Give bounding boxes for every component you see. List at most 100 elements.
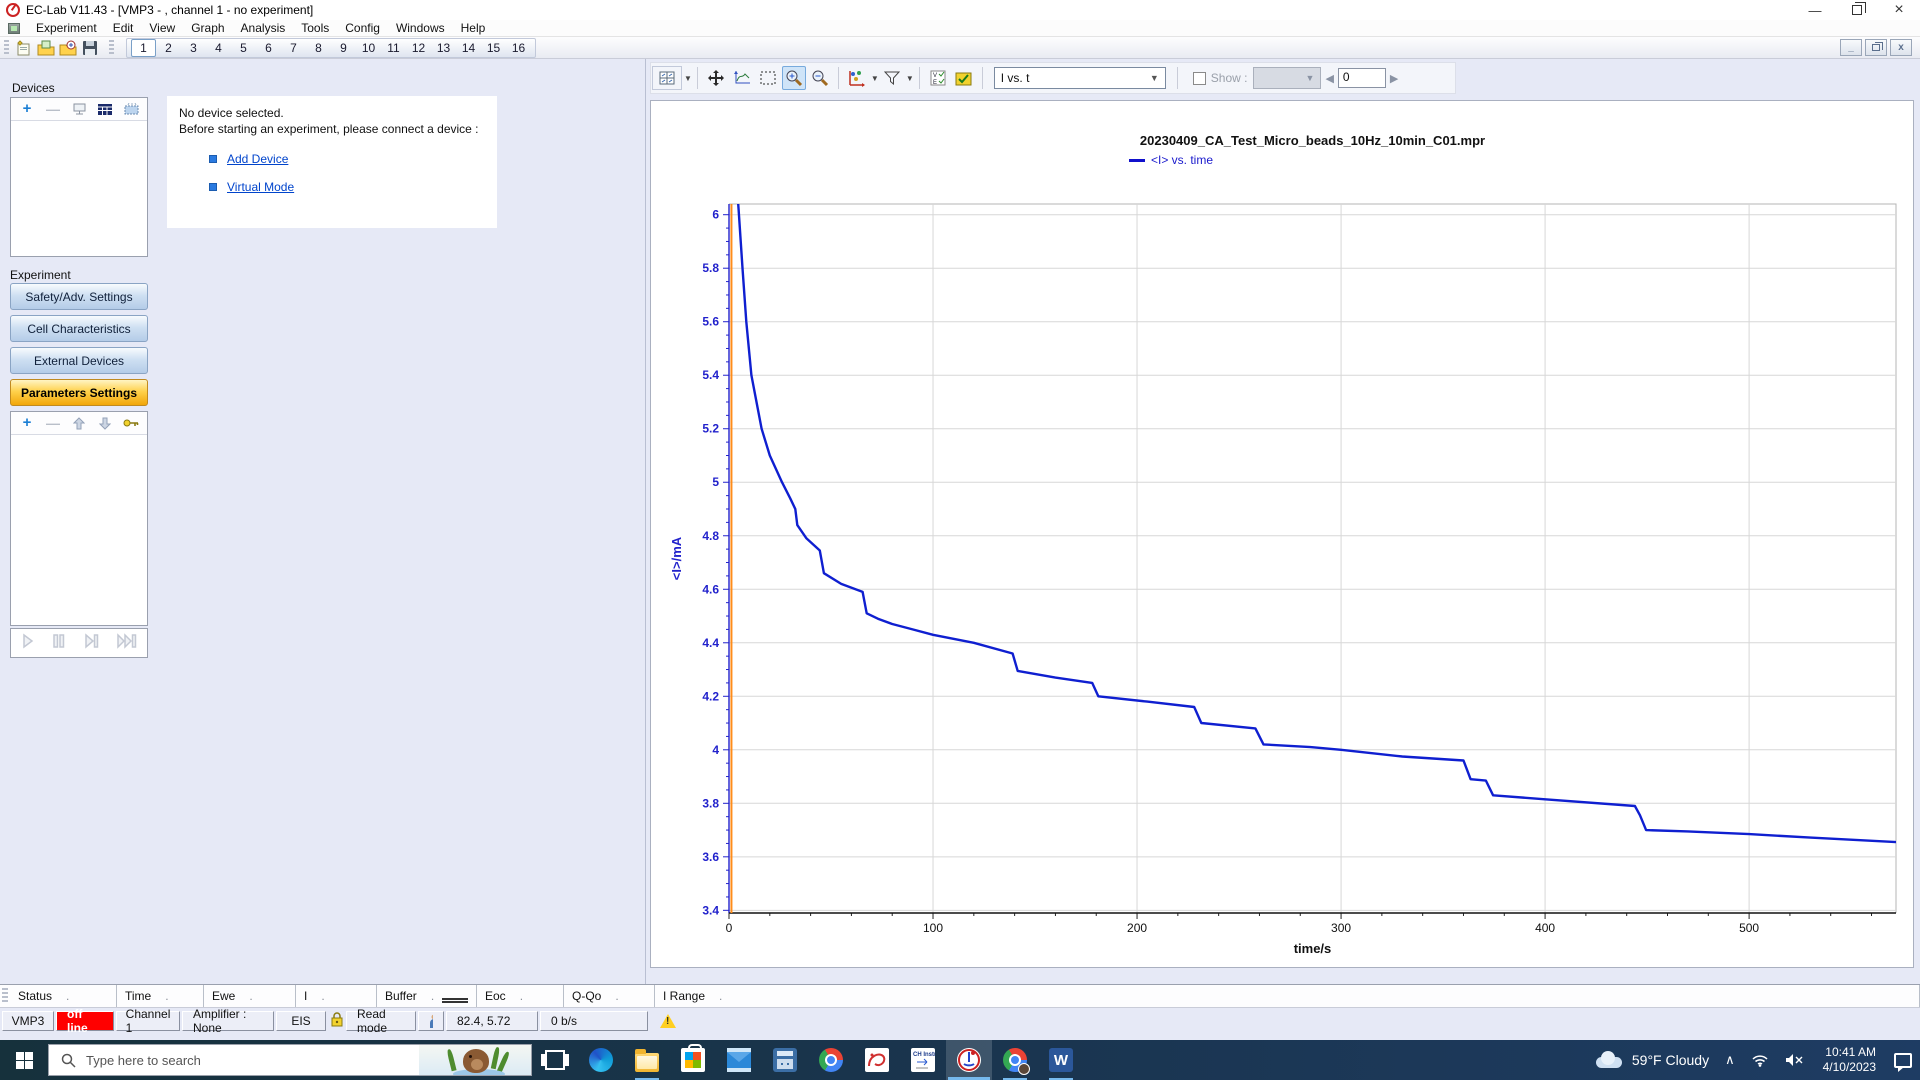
zoom-out-icon[interactable] <box>808 66 832 90</box>
close-button[interactable]: × <box>1878 0 1920 20</box>
filter-icon[interactable] <box>880 66 904 90</box>
technique-list[interactable] <box>11 435 147 625</box>
taskbar-ch-instruments[interactable]: CH Instr. <box>900 1040 946 1080</box>
experiment-button-external-devices[interactable]: External Devices <box>10 347 148 374</box>
prev-arrow-icon[interactable]: ◀ <box>1325 72 1333 85</box>
tray-expand-chevron[interactable]: ∧ <box>1725 1052 1735 1068</box>
taskbar-chrome-profile[interactable] <box>992 1040 1038 1080</box>
channel-button-4[interactable]: 4 <box>206 40 231 56</box>
add-device-icon[interactable]: + <box>19 102 35 116</box>
move-up-icon[interactable] <box>71 416 87 430</box>
task-view-button[interactable] <box>532 1040 578 1080</box>
taskbar-chrome[interactable] <box>808 1040 854 1080</box>
channel-button-15[interactable]: 15 <box>481 40 506 56</box>
taskbar-word[interactable]: W <box>1038 1040 1084 1080</box>
filter-dropdown-arrow[interactable]: ▼ <box>906 74 914 83</box>
taskbar-search[interactable]: Type here to search <box>48 1044 532 1076</box>
experiment-button-safety-adv-settings[interactable]: Safety/Adv. Settings <box>10 283 148 310</box>
taskbar-edge[interactable] <box>578 1040 624 1080</box>
taskbar-graph-app[interactable] <box>854 1040 900 1080</box>
taskbar-calculator[interactable] <box>762 1040 808 1080</box>
fit-axes-icon[interactable] <box>730 66 754 90</box>
menu-item-windows[interactable]: Windows <box>388 20 453 36</box>
show-checkbox[interactable] <box>1193 72 1206 85</box>
action-center-icon[interactable] <box>1894 1053 1912 1068</box>
modify-experiment-icon[interactable] <box>58 39 78 57</box>
restore-button[interactable] <box>1836 0 1878 20</box>
open-experiment-icon[interactable] <box>36 39 56 57</box>
volume-muted-icon[interactable] <box>1785 1053 1805 1067</box>
layout-dropdown-arrow[interactable]: ▼ <box>684 74 692 83</box>
last-icon[interactable] <box>117 633 137 649</box>
channel-button-10[interactable]: 10 <box>356 40 381 56</box>
user-icon-box <box>418 1011 444 1031</box>
channel-button-5[interactable]: 5 <box>231 40 256 56</box>
channel-button-3[interactable]: 3 <box>181 40 206 56</box>
menu-item-tools[interactable]: Tools <box>293 20 337 36</box>
next-arrow-icon[interactable]: ▶ <box>1390 72 1398 85</box>
minimize-button[interactable]: — <box>1794 0 1836 20</box>
virtual-mode-link[interactable]: Virtual Mode <box>227 180 294 194</box>
channel-button-12[interactable]: 12 <box>406 40 431 56</box>
channel-button-7[interactable]: 7 <box>281 40 306 56</box>
show-combo[interactable]: ▼ <box>1253 67 1321 89</box>
pause-icon[interactable] <box>52 633 66 649</box>
move-down-icon[interactable] <box>97 416 113 430</box>
device-table-icon[interactable] <box>97 102 113 116</box>
mdi-minimize-button[interactable]: _ <box>1840 39 1862 56</box>
device-firmware-icon[interactable] <box>123 102 139 116</box>
channel-button-2[interactable]: 2 <box>156 40 181 56</box>
channel-button-9[interactable]: 9 <box>331 40 356 56</box>
save-icon[interactable] <box>80 39 100 57</box>
graph-layout-icon[interactable] <box>652 66 682 90</box>
add-device-link[interactable]: Add Device <box>227 152 288 166</box>
menu-item-experiment[interactable]: Experiment <box>28 20 105 36</box>
play-icon[interactable] <box>21 633 35 649</box>
clock[interactable]: 10:41 AM 4/10/2023 <box>1823 1045 1876 1075</box>
channel-button-11[interactable]: 11 <box>381 40 406 56</box>
graph-properties-icon[interactable] <box>845 66 869 90</box>
remove-device-icon[interactable]: — <box>45 102 61 116</box>
start-button[interactable] <box>0 1040 48 1080</box>
devices-list[interactable] <box>11 121 147 249</box>
channel-button-6[interactable]: 6 <box>256 40 281 56</box>
device-network-icon[interactable] <box>71 102 87 116</box>
remove-technique-icon[interactable]: — <box>45 416 61 430</box>
mdi-restore-button[interactable] <box>1865 39 1887 56</box>
channel-button-14[interactable]: 14 <box>456 40 481 56</box>
weather-widget[interactable]: 59°F Cloudy <box>1594 1051 1709 1069</box>
menu-item-analysis[interactable]: Analysis <box>233 20 294 36</box>
add-technique-icon[interactable]: + <box>19 416 35 430</box>
zoom-in-icon[interactable] <box>782 66 806 90</box>
menu-item-graph[interactable]: Graph <box>183 20 232 36</box>
menu-item-edit[interactable]: Edit <box>105 20 142 36</box>
taskbar-file-explorer[interactable] <box>624 1040 670 1080</box>
pan-icon[interactable] <box>704 66 728 90</box>
menu-item-view[interactable]: View <box>141 20 183 36</box>
cycle-counter-input[interactable]: 0 <box>1338 68 1386 88</box>
channel-button-8[interactable]: 8 <box>306 40 331 56</box>
new-experiment-icon[interactable] <box>14 39 34 57</box>
load-graph-style-icon[interactable] <box>952 66 976 90</box>
taskbar-mail[interactable] <box>716 1040 762 1080</box>
svg-text:5.8: 5.8 <box>702 261 719 275</box>
chart-plot[interactable]: 01002003004005003.43.63.844.24.44.64.855… <box>651 101 1913 967</box>
channel-button-16[interactable]: 16 <box>506 40 531 56</box>
next-icon[interactable] <box>84 633 100 649</box>
taskbar-store[interactable] <box>670 1040 716 1080</box>
graph-type-combo[interactable]: I vs. t ▼ <box>994 67 1166 89</box>
menu-item-help[interactable]: Help <box>453 20 494 36</box>
zoom-select-icon[interactable] <box>756 66 780 90</box>
taskbar-ec-lab[interactable] <box>946 1040 992 1080</box>
channel-button-13[interactable]: 13 <box>431 40 456 56</box>
variables-selection-icon[interactable]: VE <box>926 66 950 90</box>
experiment-button-parameters-settings[interactable]: Parameters Settings <box>10 379 148 406</box>
properties-dropdown-arrow[interactable]: ▼ <box>871 74 879 83</box>
key-icon[interactable] <box>123 416 139 430</box>
menu-item-config[interactable]: Config <box>337 20 388 36</box>
mdi-close-button[interactable]: x <box>1890 39 1912 56</box>
experiment-button-cell-characteristics[interactable]: Cell Characteristics <box>10 315 148 342</box>
search-highlight-image[interactable] <box>419 1045 531 1075</box>
wifi-icon[interactable] <box>1751 1053 1769 1067</box>
channel-button-1[interactable]: 1 <box>131 39 156 57</box>
